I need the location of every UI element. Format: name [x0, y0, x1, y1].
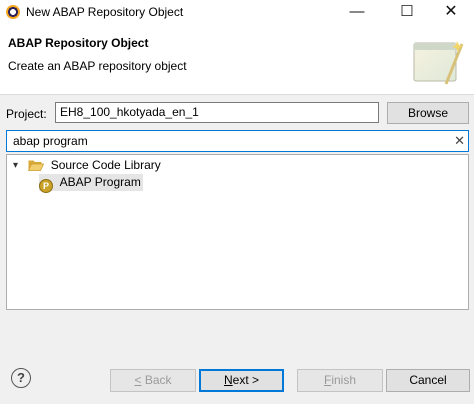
finish-button[interactable]: Finish [297, 369, 383, 392]
title-bar: New ABAP Repository Object — ☐ ✕ [0, 0, 474, 26]
project-field[interactable]: EH8_100_hkotyada_en_1 [55, 102, 379, 123]
filter-text: abap program [13, 134, 88, 148]
maximize-button[interactable]: ☐ [384, 0, 430, 26]
window-title: New ABAP Repository Object [26, 5, 184, 19]
back-button[interactable]: < Back [110, 369, 196, 392]
back-mnemonic: < [134, 373, 142, 387]
abap-program-icon: P [39, 179, 53, 193]
wizard-banner-icon [413, 41, 464, 85]
filter-input[interactable]: abap program ✕ [6, 130, 469, 152]
help-icon[interactable]: ? [11, 368, 31, 388]
tree-node-label: ABAP Program [59, 175, 141, 189]
finish-label: inish [331, 373, 357, 387]
chevron-down-icon[interactable]: ▾ [13, 157, 25, 174]
clear-icon[interactable]: ✕ [454, 132, 465, 149]
eclipse-app-icon [6, 5, 20, 19]
page-title: ABAP Repository Object [8, 36, 149, 50]
next-button[interactable]: Next > [199, 369, 284, 392]
project-label: Project: [6, 107, 47, 121]
browse-button[interactable]: Browse [387, 102, 469, 124]
cancel-button[interactable]: Cancel [386, 369, 470, 392]
open-folder-icon [28, 160, 45, 171]
tree-node-abap-program[interactable]: P ABAP Program [39, 174, 143, 193]
tree-node-label: Source Code Library [50, 158, 161, 172]
object-type-tree[interactable]: ▾ Source Code Library P ABAP Program [6, 154, 469, 310]
tree-node-source-code-library[interactable]: ▾ Source Code Library [13, 157, 161, 174]
next-mnemonic: N [223, 373, 233, 387]
back-label: Back [141, 373, 172, 387]
minimize-button[interactable]: — [334, 0, 380, 26]
wizard-header: ABAP Repository Object Create an ABAP re… [0, 26, 474, 95]
page-description: Create an ABAP repository object [8, 59, 187, 73]
next-label: ext > [232, 373, 260, 387]
close-button[interactable]: ✕ [428, 0, 474, 26]
